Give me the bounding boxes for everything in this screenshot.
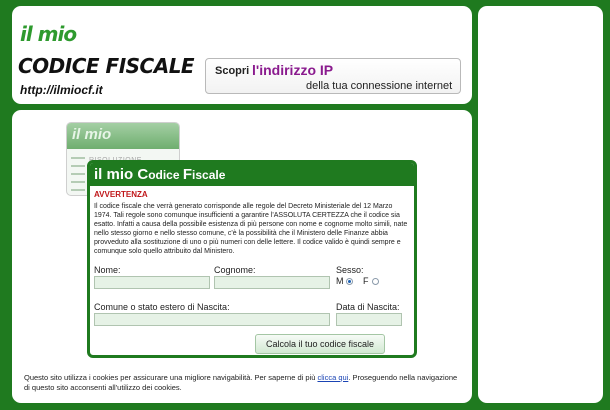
thumbnail-line [71,157,85,159]
site-url[interactable]: http://ilmiocf.it [20,83,103,97]
cognome-label: Cognome: [214,265,256,275]
sesso-label: Sesso: [336,265,364,275]
warning-title: AVVERTENZA [94,190,148,199]
sesso-female-radio[interactable] [372,278,379,285]
cognome-input[interactable] [214,276,330,289]
nome-input[interactable] [94,276,210,289]
logo-title[interactable]: CODICE FISCALE [18,54,195,78]
codice-fiscale-form: il mio Codice Fiscale AVVERTENZA Il codi… [87,160,417,358]
data-nascita-label: Data di Nascita: [336,302,400,312]
warning-text: Il codice fiscale che verrà generato cor… [94,203,408,255]
sesso-male-radio[interactable] [346,278,353,285]
thumbnail-logo: il mio [72,126,112,143]
cookie-info-link[interactable]: clicca qui [317,373,348,382]
form-title-bar: il mio Codice Fiscale [90,163,414,186]
header-panel: il mio CODICE FISCALE http://ilmiocf.it … [12,6,472,104]
nome-label: Nome: [94,265,121,275]
logo-mark[interactable]: il mio [20,22,77,46]
main-panel: il mio RISOLUZIONE... il mio Codice Fisc… [12,110,472,403]
comune-label: Comune o stato estero di Nascita: [94,302,230,312]
thumbnail-line [71,189,85,191]
thumbnail-line [71,165,85,167]
sesso-male-label: M [336,276,344,286]
thumbnail-line [71,173,85,175]
ip-banner-scopri: Scopri [215,65,250,77]
ip-banner-subtitle: della tua connessione internet [306,80,453,92]
cookie-notice: Questo sito utilizza i cookies per assic… [24,373,458,392]
thumbnail-line [71,181,85,183]
sesso-female-label: F [363,276,369,286]
data-nascita-input[interactable] [336,313,402,326]
comune-input[interactable] [94,313,330,326]
ip-banner-link[interactable]: l'indirizzo IP [252,62,333,78]
form-title: il mio Codice Fiscale [94,166,226,183]
side-panel [478,6,603,403]
ip-address-banner[interactable]: Scopri l'indirizzo IP della tua connessi… [205,58,461,94]
calcola-button[interactable]: Calcola il tuo codice fiscale [255,334,385,354]
warning-box: AVVERTENZA Il codice fiscale che verrà g… [94,190,410,256]
